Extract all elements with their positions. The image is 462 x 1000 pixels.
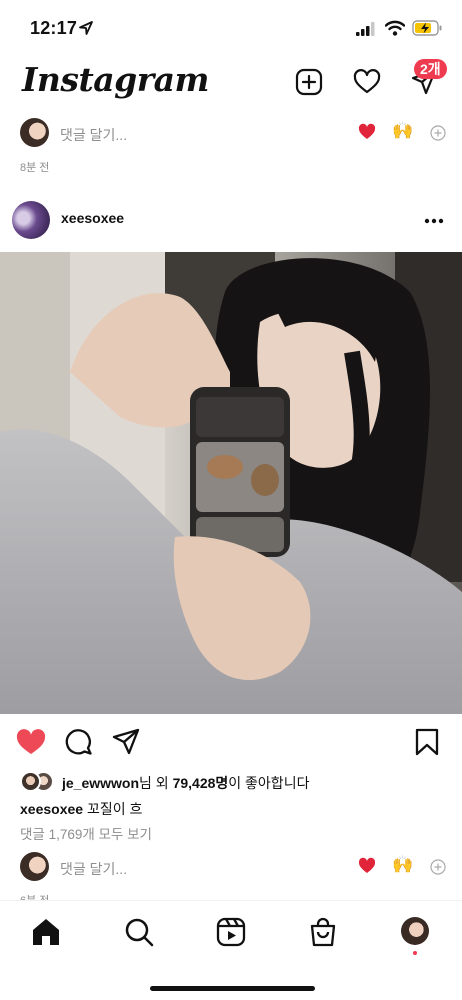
profile-notification-dot [413,951,417,955]
home-indicator[interactable] [150,986,315,991]
more-horizontal-icon[interactable] [424,218,444,224]
heart-emoji-reaction[interactable] [358,123,376,141]
cellular-signal-icon [356,22,375,36]
bottom-nav [0,900,462,1000]
search-icon[interactable] [124,917,154,947]
prev-post-comment-row: 댓글 달기... 🙌 [0,118,462,152]
prev-post-time: 8분 전 [20,162,50,174]
post-photo[interactable] [0,252,462,714]
location-arrow-icon [79,21,93,35]
post-author-avatar[interactable] [12,201,50,239]
likes-middle-text: 님 외 [139,775,173,791]
post-caption: xeesoxee 꼬질이 흐 [20,799,142,819]
likes-suffix: 이 좋아합니다 [228,775,310,791]
post-comment-row: 댓글 달기... 🙌 [0,852,462,886]
post-actions [0,722,462,762]
status-bar: 12:17 [0,0,462,56]
like-heart-icon[interactable] [16,728,46,756]
dm-unread-badge[interactable]: 2개 [414,59,447,79]
likes-summary[interactable]: je_ewwwon님 외 79,428명이 좋아합니다 [0,770,462,792]
view-all-comments-link[interactable]: 댓글 1,769개 모두 보기 [20,823,152,843]
battery-charging-icon [412,20,442,36]
post-author-username[interactable]: xeesoxee [61,210,124,226]
caption-username[interactable]: xeesoxee [20,801,83,817]
heart-emoji-reaction[interactable] [358,857,376,875]
save-bookmark-icon[interactable] [414,728,440,756]
activity-heart-icon[interactable] [353,68,381,96]
likes-count[interactable]: 79,428명 [173,775,229,791]
mirror-selfie-image [0,252,462,714]
profile-avatar[interactable] [401,917,429,945]
comment-input[interactable]: 댓글 달기... [60,125,127,145]
user-avatar [20,852,49,881]
liker-avatar [20,771,41,792]
post-header: xeesoxee [0,196,462,246]
likes-text: je_ewwwon님 외 79,428명이 좋아합니다 [62,773,309,793]
caption-text: 꼬질이 흐 [83,801,143,817]
comment-icon[interactable] [65,728,93,756]
shop-icon[interactable] [308,917,338,947]
new-post-icon[interactable] [295,68,323,96]
app-header: Instagram [0,56,462,112]
wifi-icon [385,20,405,36]
home-icon[interactable] [31,917,61,947]
raised-hands-emoji-reaction[interactable]: 🙌 [392,855,413,875]
add-reaction-icon[interactable] [430,125,446,141]
comment-input[interactable]: 댓글 달기... [60,859,127,879]
status-time: 12:17 [30,18,78,38]
reels-icon[interactable] [216,917,246,947]
liker-username[interactable]: je_ewwwon [62,775,139,791]
user-avatar [20,118,49,147]
share-icon[interactable] [112,728,140,756]
instagram-logo[interactable]: Instagram [22,60,209,99]
raised-hands-emoji-reaction[interactable]: 🙌 [392,121,413,141]
add-reaction-icon[interactable] [430,859,446,875]
